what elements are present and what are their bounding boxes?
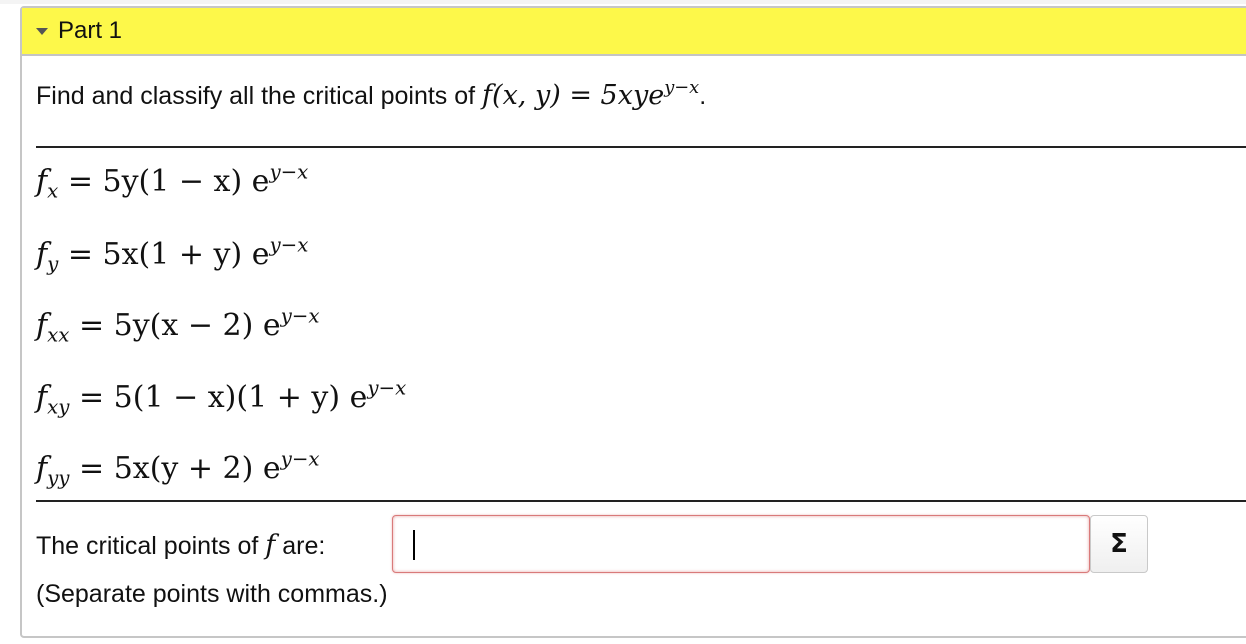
answer-label: The critical points of f are: <box>36 530 326 561</box>
part-header[interactable]: Part 1 <box>22 8 1246 56</box>
question-prompt: Find and classify all the critical point… <box>36 82 476 110</box>
text-cursor <box>413 530 415 560</box>
derivative-fxy: fxy = 5(1 − x)(1 + y) ey−x <box>36 376 407 419</box>
answer-hint: (Separate points with commas.) <box>36 580 388 608</box>
derivative-fyy: fyy = 5x(y + 2) ey−x <box>36 447 320 490</box>
derivative-fxx: fxx = 5y(x − 2) ey−x <box>36 304 320 347</box>
divider-bottom <box>36 500 1246 502</box>
sigma-icon: Σ <box>1110 529 1128 559</box>
divider-top <box>36 146 1246 148</box>
derivative-fy: fy = 5x(1 + y) ey−x <box>36 233 309 276</box>
top-edge <box>0 0 1246 4</box>
math-symbols-button[interactable]: Σ <box>1090 515 1148 573</box>
caret-down-icon[interactable] <box>36 27 48 35</box>
derivative-fx: fx = 5y(1 − x) ey−x <box>36 160 309 203</box>
part-title: Part 1 <box>58 17 123 44</box>
question-text: Find and classify all the critical point… <box>36 76 707 111</box>
question-function: f(x, y) = 5xyey−x <box>482 76 700 111</box>
critical-points-input[interactable] <box>392 515 1090 573</box>
